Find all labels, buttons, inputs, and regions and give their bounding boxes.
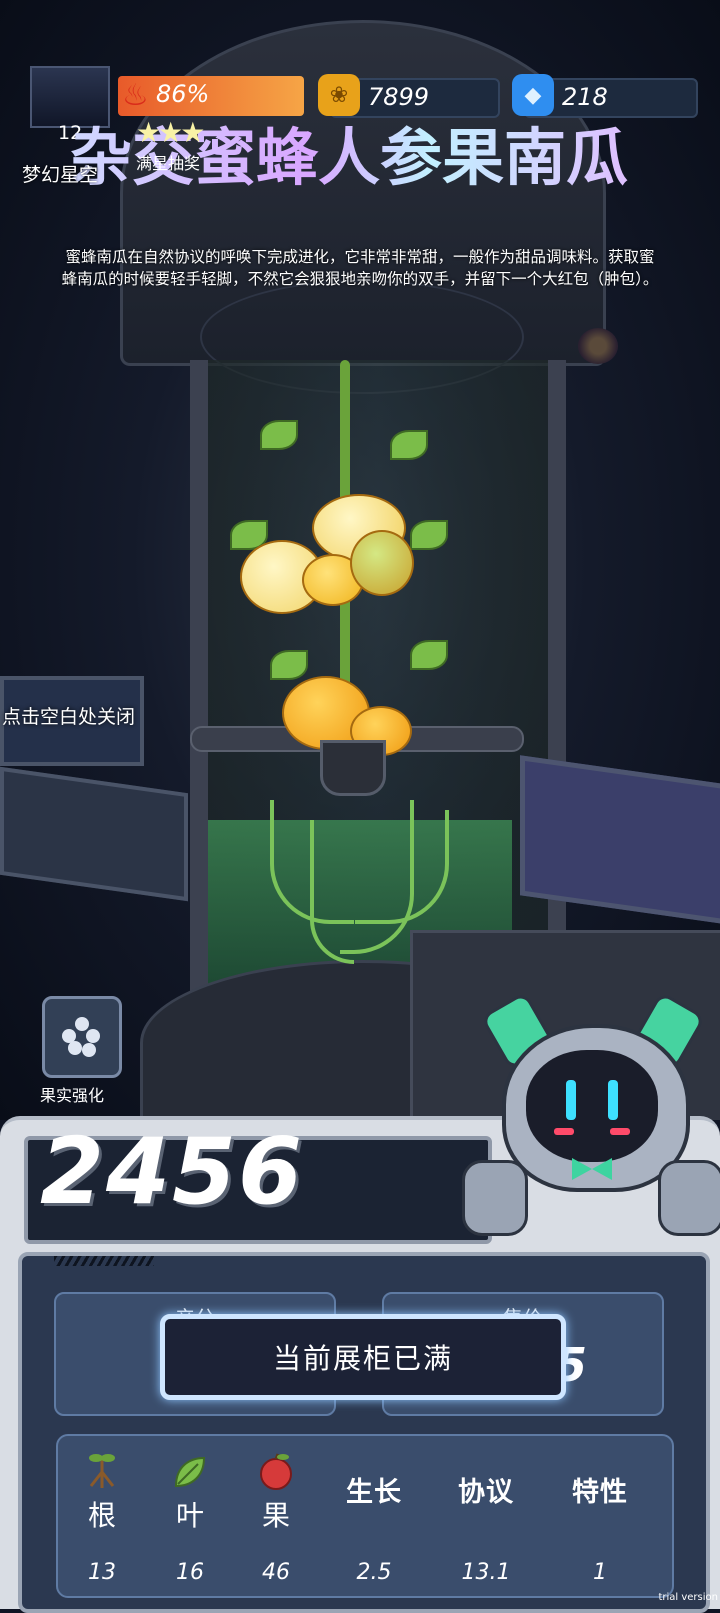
robot-eye: [566, 1080, 576, 1120]
fruit-cluster-icon: [62, 1017, 102, 1057]
plant-description: 蜜蜂南瓜在自然协议的呼唤下完成进化，它非常非常甜，一般作为甜品调味料。获取蜜蜂南…: [61, 248, 659, 288]
attr-root: 根 13: [62, 1450, 142, 1585]
attr-fruit: 果 46: [236, 1450, 316, 1585]
right-monitor: [520, 755, 720, 925]
leaf-icon: [260, 420, 298, 450]
attr-trait: 特性 1: [560, 1450, 640, 1585]
leaf-icon: [390, 430, 428, 460]
attr-protocol: 协议 13.1: [446, 1450, 526, 1585]
attr-value: 16: [176, 1560, 204, 1585]
flame-icon: ♨: [122, 78, 149, 113]
attribute-table: 根 13 叶 16 果 46 生长 2.5 协议 13.1 特性 1: [56, 1434, 674, 1598]
leaf-icon: [410, 640, 448, 670]
fruit-enhance-button[interactable]: [42, 996, 122, 1078]
robot-arm: [462, 1160, 528, 1236]
gold-value: 7899: [368, 83, 430, 111]
fruit-icon: [236, 1450, 316, 1490]
robot-face: [526, 1050, 658, 1162]
full-star-lottery-button[interactable]: 满星抽奖: [136, 150, 200, 174]
robot-blush: [554, 1128, 574, 1135]
attr-name: 叶: [175, 1499, 204, 1532]
gold-counter[interactable]: ❀ 7899: [318, 74, 500, 118]
energy-value: 86%: [156, 80, 210, 108]
attr-value: 2.5: [356, 1560, 392, 1585]
attr-growth: 生长 2.5: [334, 1450, 414, 1585]
player-name: 梦幻星空: [22, 164, 99, 186]
bee-pumpkin: [350, 530, 414, 596]
score-value: 2456: [40, 1118, 305, 1225]
star-rating: ★★★: [136, 116, 205, 149]
attr-value: 1: [593, 1560, 607, 1585]
attr-value: 46: [262, 1560, 290, 1585]
gold-coin-icon: ❀: [318, 74, 360, 116]
player-avatar[interactable]: [30, 66, 110, 128]
attr-leaf: 叶 16: [150, 1450, 230, 1585]
panel-stripes: [54, 1256, 154, 1266]
robot-blush: [610, 1128, 630, 1135]
attr-name: 根: [87, 1499, 116, 1532]
attr-name: 生长: [346, 1477, 402, 1508]
close-hint: 点击空白处关闭: [2, 706, 136, 728]
fruit-enhance-label: 果实强化: [40, 1086, 105, 1105]
attr-name: 果: [261, 1499, 290, 1532]
attr-name: 特性: [572, 1477, 628, 1508]
plant-root: [310, 820, 354, 964]
attr-name: 协议: [458, 1477, 514, 1508]
showcase-full-toast: 当前展柜已满: [160, 1314, 566, 1400]
attr-value: 13: [88, 1560, 116, 1585]
root-icon: [62, 1450, 142, 1490]
plant-pot: [320, 740, 386, 796]
leaf-icon: [410, 520, 448, 550]
gem-icon: ◆: [512, 74, 554, 116]
planet-icon[interactable]: [578, 328, 618, 364]
attr-value: 13.1: [461, 1560, 511, 1585]
trial-watermark: trial version: [658, 1592, 718, 1603]
robot-eye: [608, 1080, 618, 1120]
energy-bar[interactable]: ♨ 86%: [118, 76, 304, 116]
gem-value: 218: [562, 83, 608, 111]
leaf-icon: [270, 650, 308, 680]
leaf-icon: [150, 1450, 230, 1490]
robot-mascot[interactable]: [462, 991, 720, 1260]
left-console: [0, 766, 188, 902]
gem-counter[interactable]: ◆ 218: [512, 74, 698, 118]
robot-arm: [658, 1160, 720, 1236]
